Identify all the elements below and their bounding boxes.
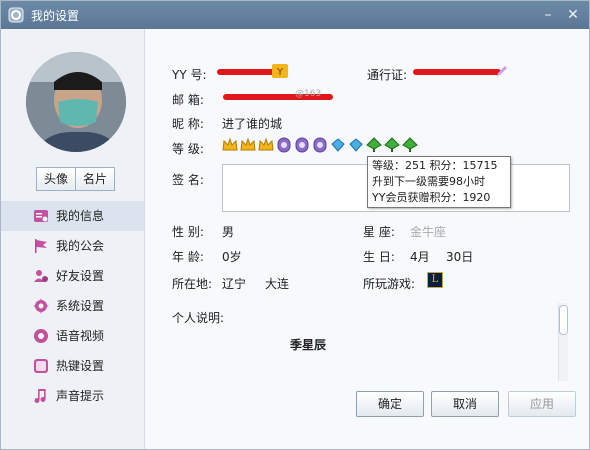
nav-label: 系统设置	[56, 299, 105, 313]
profile-card-icon	[34, 210, 48, 222]
nav-system-settings[interactable]: 系统设置	[1, 291, 144, 321]
passport-redaction	[413, 69, 501, 75]
nav-voice-video[interactable]: 语音视频	[1, 321, 144, 351]
window-title: 我的设置	[31, 9, 80, 23]
description-label: 个人说明:	[172, 311, 225, 325]
birthday-day: 30日	[446, 250, 474, 264]
gender-label: 性 别:	[172, 225, 204, 239]
diamond-icon	[349, 138, 363, 152]
province-value: 辽宁	[222, 277, 247, 291]
settings-window: 我的设置 – ✕ 头像 名片 我的信息 我的公会 好友设置 系统设置 语音视频 …	[0, 0, 590, 450]
ok-button[interactable]: 确定	[356, 391, 424, 417]
avatar-button[interactable]: 头像	[36, 167, 76, 191]
diamond-icon	[331, 138, 345, 152]
leaf-icon	[366, 137, 382, 152]
minimize-button[interactable]: –	[538, 5, 558, 25]
avatar	[26, 52, 126, 152]
moon-icon	[313, 137, 327, 153]
tooltip-line: 等级：251 积分：15715	[372, 159, 498, 172]
pen-icon	[497, 66, 507, 76]
settings-app-icon	[8, 7, 24, 23]
email-visible-fragment: @163	[295, 89, 322, 99]
microphone-icon	[34, 329, 48, 343]
nav-label: 我的公会	[56, 239, 105, 253]
age-value: 0岁	[222, 250, 242, 264]
music-note-icon	[34, 389, 46, 403]
nav-label: 好友设置	[56, 269, 105, 283]
nav-label: 我的信息	[56, 209, 105, 223]
nav-label: 声音提示	[56, 389, 105, 403]
level-tooltip: 等级：251 积分：15715 升到下一级需要98小时 YY会员获赠积分：192…	[367, 156, 511, 208]
nav-my-guild[interactable]: 我的公会	[1, 231, 144, 261]
description-scrollbar[interactable]	[558, 303, 568, 381]
nav-label: 语音视频	[56, 329, 105, 343]
league-of-legends-icon[interactable]: L	[427, 272, 443, 288]
nav-label: 热键设置	[56, 359, 105, 373]
vip-badge-icon: Y	[272, 64, 288, 78]
apply-button[interactable]: 应用	[508, 391, 576, 417]
level-label: 等 级:	[172, 142, 204, 156]
zodiac-value: 金牛座	[410, 225, 447, 239]
keyboard-icon	[34, 359, 48, 373]
zodiac-label: 星 座:	[363, 225, 395, 239]
gender-value: 男	[222, 225, 235, 239]
yy-number-label: YY 号:	[172, 68, 207, 82]
moon-icon	[277, 137, 291, 153]
close-button[interactable]: ✕	[563, 5, 583, 25]
leaf-icon	[384, 137, 400, 152]
svg-text:Y: Y	[276, 67, 284, 78]
moon-icon	[295, 137, 309, 153]
city-value: 大连	[265, 277, 290, 291]
leaf-icon	[402, 137, 418, 152]
birthday-label: 生 日:	[363, 250, 395, 264]
profile-panel: YY 号: Y 通行证: 邮 箱: @163 昵 称: 进了谁的城 等 级: 签…	[145, 29, 589, 449]
scroll-thumb[interactable]	[559, 305, 568, 335]
tooltip-line: 升到下一级需要98小时	[372, 175, 485, 188]
level-medals[interactable]	[222, 137, 418, 153]
nickname-label: 昵 称:	[172, 117, 204, 131]
games-label: 所玩游戏:	[363, 277, 416, 291]
nav-list: 我的信息 我的公会 好友设置 系统设置 语音视频 热键设置 声音提示	[1, 201, 144, 411]
yy-number-redaction	[217, 69, 277, 75]
description-text: 季星辰	[290, 338, 327, 352]
flag-icon	[35, 239, 47, 253]
crown-icon	[240, 137, 256, 151]
nav-my-info[interactable]: 我的信息	[1, 201, 144, 231]
age-label: 年 龄:	[172, 250, 204, 264]
signature-label: 签 名:	[172, 173, 204, 187]
crown-icon	[258, 137, 274, 151]
cancel-button[interactable]: 取消	[431, 391, 499, 417]
card-button[interactable]: 名片	[75, 167, 115, 191]
location-label: 所在地:	[172, 277, 213, 291]
gear-icon	[33, 298, 49, 314]
nickname-value: 进了谁的城	[222, 117, 283, 131]
title-bar[interactable]: 我的设置 – ✕	[1, 1, 589, 29]
birthday-month: 4月	[410, 250, 430, 264]
passport-label: 通行证:	[367, 68, 408, 82]
crown-icon	[222, 137, 238, 151]
nav-hotkey-settings[interactable]: 热键设置	[1, 351, 144, 381]
nav-sound-alerts[interactable]: 声音提示	[1, 381, 144, 411]
friends-gear-icon	[34, 270, 48, 282]
tooltip-line: YY会员获赠积分：1920	[372, 191, 491, 204]
sidebar: 头像 名片 我的信息 我的公会 好友设置 系统设置 语音视频 热键设置 声音提示	[1, 29, 145, 449]
nav-friend-settings[interactable]: 好友设置	[1, 261, 144, 291]
email-label: 邮 箱:	[172, 93, 204, 107]
